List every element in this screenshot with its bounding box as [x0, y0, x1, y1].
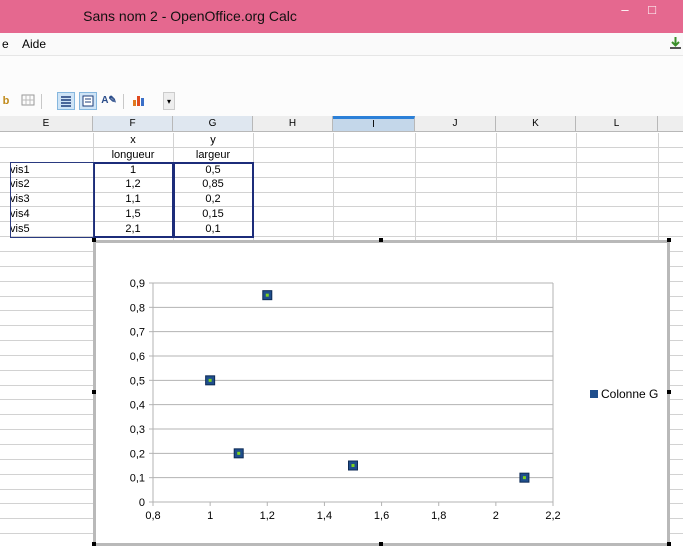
- x-tick-label: 1,6: [374, 510, 389, 522]
- toolbar-separator: [41, 94, 42, 109]
- resize-handle[interactable]: [379, 238, 383, 242]
- y-tick-label: 0,6: [130, 351, 145, 363]
- resize-handle[interactable]: [667, 238, 671, 242]
- column-header-m[interactable]: [658, 116, 683, 132]
- x-tick-label: 1,4: [317, 510, 332, 522]
- download-icon[interactable]: [669, 36, 682, 53]
- selection-range-f: [93, 162, 174, 238]
- y-tick-label: 0,8: [130, 302, 145, 314]
- y-tick-label: 0,9: [130, 278, 145, 290]
- data-point-center: [265, 293, 269, 297]
- y-tick-label: 0,5: [130, 375, 145, 387]
- minimize-button[interactable]: –: [614, 2, 636, 18]
- cell-f1[interactable]: x: [93, 134, 173, 146]
- chart-frame[interactable]: 0 0,1 0,2 0,3 0,4 0,5 0,6 0,7 0,8 0,9 0,8 1 1,2 1,4 1,…: [93, 240, 670, 546]
- resize-handle[interactable]: [92, 542, 96, 546]
- column-header-h[interactable]: H: [253, 116, 333, 132]
- x-tick-label: 0,8: [145, 510, 160, 522]
- menu-item-aide[interactable]: Aide: [22, 37, 46, 51]
- list-icon[interactable]: [79, 92, 97, 110]
- x-tick-label: 2,2: [545, 510, 560, 522]
- resize-handle[interactable]: [667, 542, 671, 546]
- resize-handle[interactable]: [92, 390, 96, 394]
- legend-marker: [590, 390, 598, 398]
- y-tick-label: 0,3: [130, 424, 145, 436]
- text-format-icon[interactable]: A✎: [100, 92, 118, 110]
- y-tick-label: 0: [139, 497, 145, 509]
- data-point-center: [237, 451, 241, 455]
- column-header-g[interactable]: G: [173, 116, 253, 132]
- toolbar-b-icon[interactable]: b: [2, 92, 10, 110]
- row-gridline: [0, 147, 683, 148]
- x-tick-label: 2: [493, 510, 499, 522]
- selection-range-g: [173, 162, 254, 238]
- legend-label: Colonne G: [601, 387, 658, 401]
- y-tick-label: 0,4: [130, 400, 145, 412]
- cell-g2[interactable]: largeur: [173, 149, 253, 161]
- toolbar: b A✎ ▾: [0, 56, 683, 117]
- data-point-center: [522, 476, 526, 480]
- x-tick-label: 1,8: [431, 510, 446, 522]
- maximize-button[interactable]: □: [641, 2, 663, 18]
- menu-bar: e Aide: [0, 33, 683, 56]
- resize-handle[interactable]: [667, 390, 671, 394]
- column-header-k[interactable]: K: [496, 116, 576, 132]
- y-tick-label: 0,2: [130, 448, 145, 460]
- column-header-i[interactable]: I: [333, 116, 415, 132]
- window-title: Sans nom 2 - OpenOffice.org Calc: [83, 8, 297, 24]
- data-point-center: [351, 464, 355, 467]
- align-left-icon[interactable]: [57, 92, 75, 110]
- cell-f2[interactable]: longueur: [93, 149, 173, 161]
- column-header-l[interactable]: L: [576, 116, 658, 132]
- resize-handle[interactable]: [379, 542, 383, 546]
- x-tick-label: 1,2: [260, 510, 275, 522]
- title-bar: Sans nom 2 - OpenOffice.org Calc – □: [0, 0, 683, 33]
- menu-item-partial[interactable]: e: [2, 37, 9, 51]
- column-header-e[interactable]: E: [0, 116, 93, 132]
- data-point-center: [208, 378, 212, 382]
- scatter-chart: 0 0,1 0,2 0,3 0,4 0,5 0,6 0,7 0,8 0,9 0,8 1 1,2 1,4 1,…: [130, 278, 659, 522]
- x-tick-label: 1: [207, 510, 213, 522]
- dropdown-arrow-icon[interactable]: ▾: [163, 92, 175, 110]
- column-header-j[interactable]: J: [415, 116, 496, 132]
- selection-range-e: [10, 162, 94, 238]
- y-tick-label: 0,1: [130, 473, 145, 485]
- resize-handle[interactable]: [92, 238, 96, 242]
- column-header-f[interactable]: F: [93, 116, 173, 132]
- y-tick-label: 0,7: [130, 327, 145, 339]
- cell-g1[interactable]: y: [173, 134, 253, 146]
- grid-icon[interactable]: [19, 92, 37, 110]
- chart-icon[interactable]: [130, 92, 148, 110]
- toolbar-separator: [123, 94, 124, 109]
